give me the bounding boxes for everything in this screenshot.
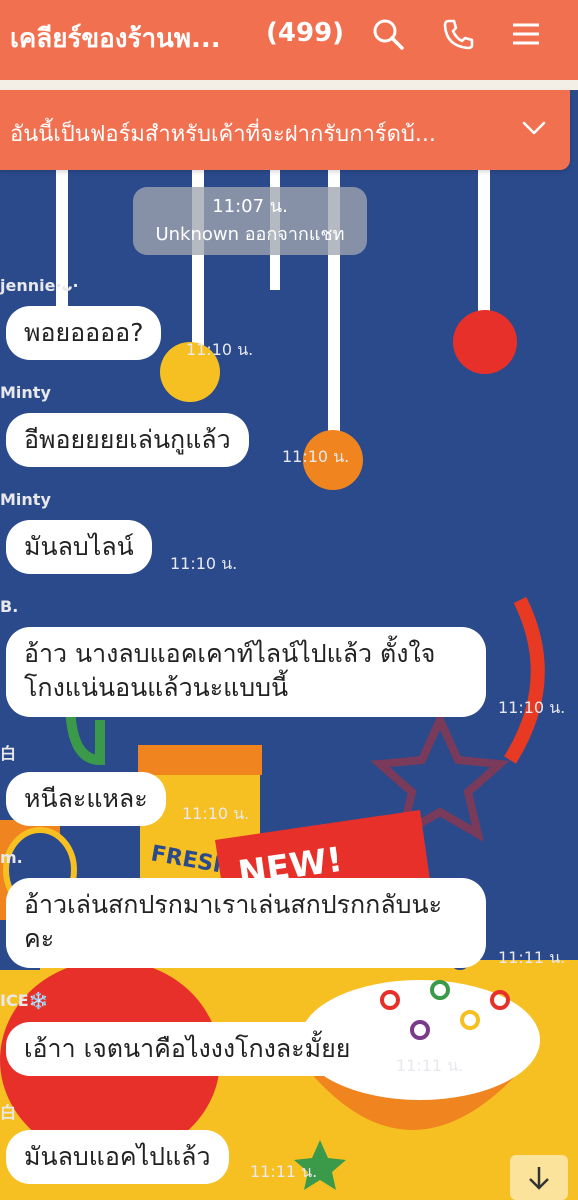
message-sender[interactable]: ICE❄️	[0, 991, 49, 1010]
chat-background-illustration: FRESH NEW!	[0, 0, 578, 1200]
message-line: คะ	[24, 924, 55, 953]
chevron-down-icon[interactable]	[518, 112, 550, 144]
menu-icon[interactable]	[506, 14, 546, 54]
message-sender[interactable]: Minty	[0, 490, 51, 509]
system-message-time: 11:07 น.	[212, 196, 288, 217]
member-count: (499)	[266, 18, 345, 48]
message-bubble[interactable]: มันลบไลน์	[6, 520, 152, 574]
chat-header: เคลียร์ของร้านพ... (499)	[0, 0, 578, 80]
chat-title[interactable]: เคลียร์ของร้านพ...	[10, 18, 221, 59]
header-divider	[0, 80, 578, 90]
announcement-banner[interactable]: อันนี้เป็นฟอร์มสำหรับเค้าที่จะฝากรับการ์…	[0, 90, 570, 170]
message-time: 11:10 น.	[282, 447, 350, 466]
scroll-to-bottom-button[interactable]	[510, 1155, 568, 1200]
message-sender[interactable]: 白	[0, 1099, 16, 1123]
system-message: 11:07 น. Unknown ออกจากแชท	[133, 187, 367, 255]
phone-icon[interactable]	[438, 14, 478, 54]
message-time: 11:11 น.	[498, 948, 566, 967]
message-time: 11:10 น.	[498, 698, 566, 717]
message-time: 11:10 น.	[182, 804, 250, 823]
search-icon[interactable]	[368, 14, 408, 54]
message-time: 11:10 น.	[186, 340, 254, 359]
message-sender[interactable]: jennie·ᴗ·	[0, 276, 79, 295]
message-time: 11:11 น.	[396, 1056, 464, 1075]
announcement-text[interactable]: อันนี้เป็นฟอร์มสำหรับเค้าที่จะฝากรับการ์…	[10, 116, 436, 151]
message-line: โกงแน่นอนแล้วนะแบบนี้	[24, 673, 289, 702]
message-sender[interactable]: Minty	[0, 383, 51, 402]
message-line: อ้าว นางลบแอคเคาท์ไลน์ไปแล้ว ตั้งใจ	[24, 639, 436, 668]
message-bubble[interactable]: หนีละแหละ	[6, 772, 166, 826]
message-line: อ้าวเล่นสกปรกมาเราเล่นสกปรกกลับนะ	[24, 890, 443, 919]
arrow-down-icon	[529, 1166, 549, 1190]
message-bubble[interactable]: เอ้าา เจตนาคือไงงงโกงละมั้ยย	[6, 1022, 369, 1076]
message-time: 11:10 น.	[170, 554, 238, 573]
system-message-text: Unknown ออกจากแชท	[155, 224, 345, 245]
message-time: 11:11 น.	[250, 1162, 318, 1181]
message-bubble[interactable]: อ้าวเล่นสกปรกมาเราเล่นสกปรกกลับนะ คะ	[6, 878, 486, 968]
message-sender[interactable]: m.	[0, 848, 23, 867]
message-bubble[interactable]: พอยออออ?	[6, 306, 162, 360]
message-bubble[interactable]: อีพอยยยยเล่นกูแล้ว	[6, 413, 249, 467]
message-sender[interactable]: 白	[0, 740, 16, 764]
message-sender[interactable]: B.	[0, 597, 18, 616]
message-bubble[interactable]: อ้าว นางลบแอคเคาท์ไลน์ไปแล้ว ตั้งใจ โกงแ…	[6, 627, 486, 717]
message-bubble[interactable]: มันลบแอคไปแล้ว	[6, 1130, 229, 1184]
